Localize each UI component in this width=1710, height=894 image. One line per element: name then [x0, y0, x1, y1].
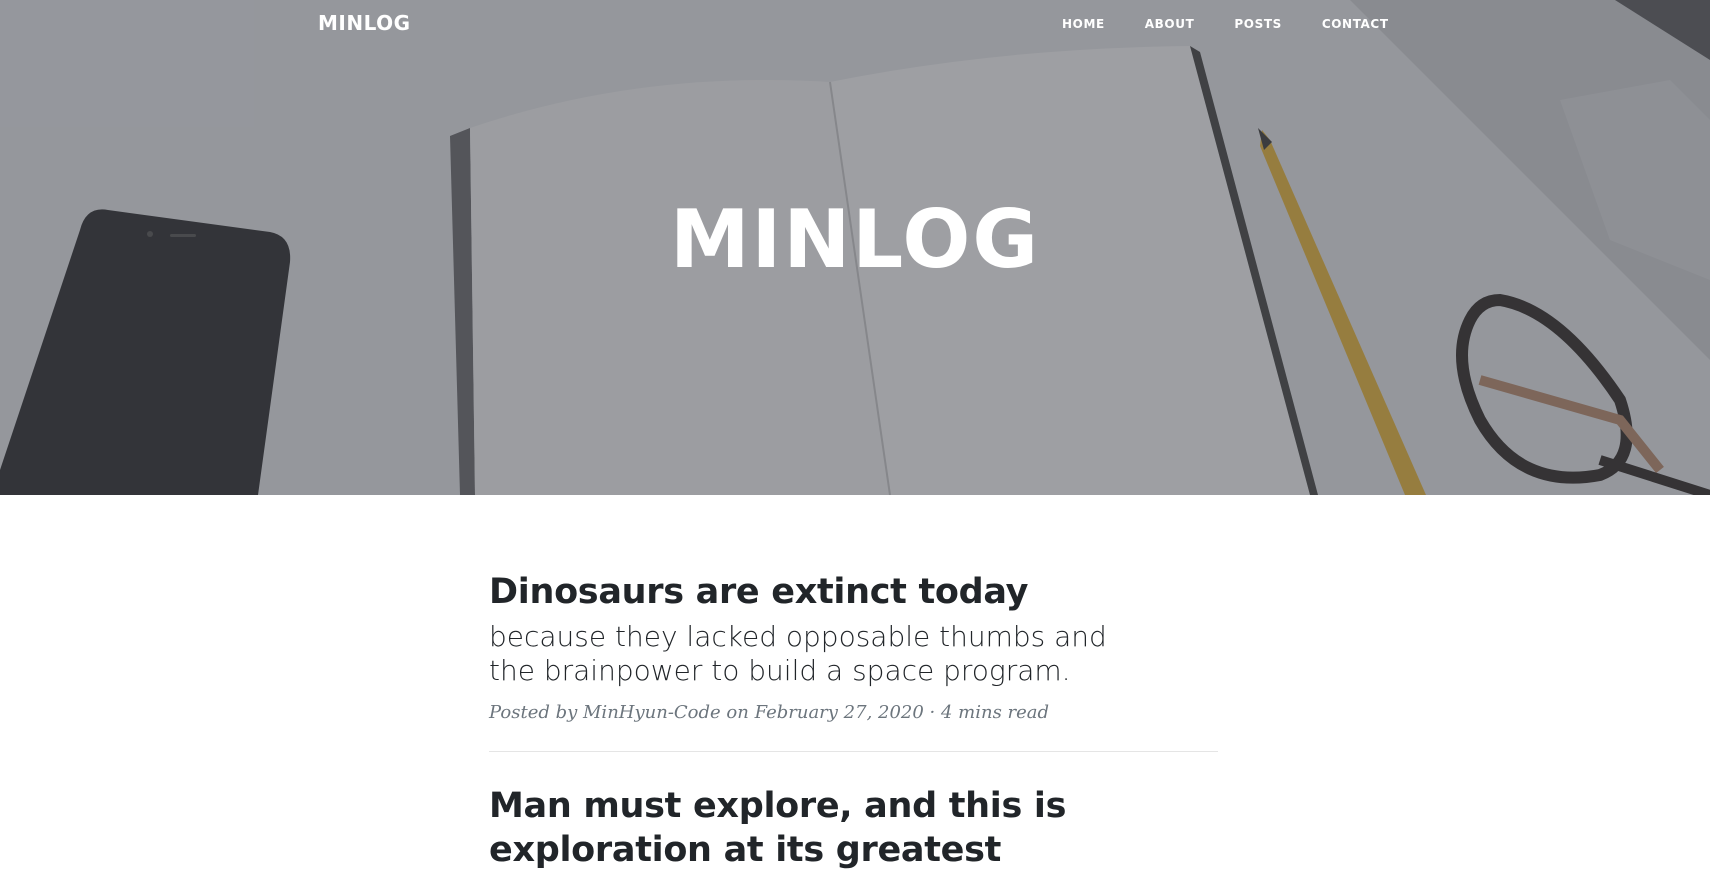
nav-link-contact[interactable]: CONTACT — [1322, 17, 1389, 31]
nav-item-contact: CONTACT — [1322, 15, 1389, 33]
nav-item-home: HOME — [1062, 15, 1105, 33]
post-author-link[interactable]: MinHyun-Code — [583, 702, 721, 723]
post-title: Dinosaurs are extinct today — [489, 572, 1029, 612]
hero-header: MINLOG HOME ABOUT POSTS CONTACT MINLOG — [0, 0, 1710, 495]
hero-title: MINLOG — [669, 193, 1041, 286]
post-preview-link[interactable]: Dinosaurs are extinct today because they… — [489, 570, 1218, 688]
post-preview-link[interactable]: Man must explore, and this is exploratio… — [489, 784, 1218, 872]
nav-item-posts: POSTS — [1234, 15, 1281, 33]
post-meta-date: on February 27, 2020 · 4 mins read — [720, 702, 1050, 723]
nav-link-about[interactable]: ABOUT — [1145, 17, 1195, 31]
nav-link-home[interactable]: HOME — [1062, 17, 1105, 31]
brand-logo-link[interactable]: MINLOG — [318, 11, 411, 35]
nav-link-posts[interactable]: POSTS — [1234, 17, 1281, 31]
post-divider — [489, 751, 1218, 752]
top-navbar: MINLOG HOME ABOUT POSTS CONTACT — [0, 0, 1710, 48]
post-subtitle: because they lacked opposable thumbs and… — [489, 620, 1107, 687]
nav-links: HOME ABOUT POSTS CONTACT — [1062, 15, 1389, 33]
post-title: Man must explore, and this is exploratio… — [489, 786, 1067, 870]
post-meta: Posted by MinHyun-Code on February 27, 2… — [489, 702, 1218, 723]
post-meta-prefix: Posted by — [489, 702, 583, 723]
post-list: Dinosaurs are extinct today because they… — [489, 570, 1218, 872]
nav-item-about: ABOUT — [1145, 15, 1195, 33]
